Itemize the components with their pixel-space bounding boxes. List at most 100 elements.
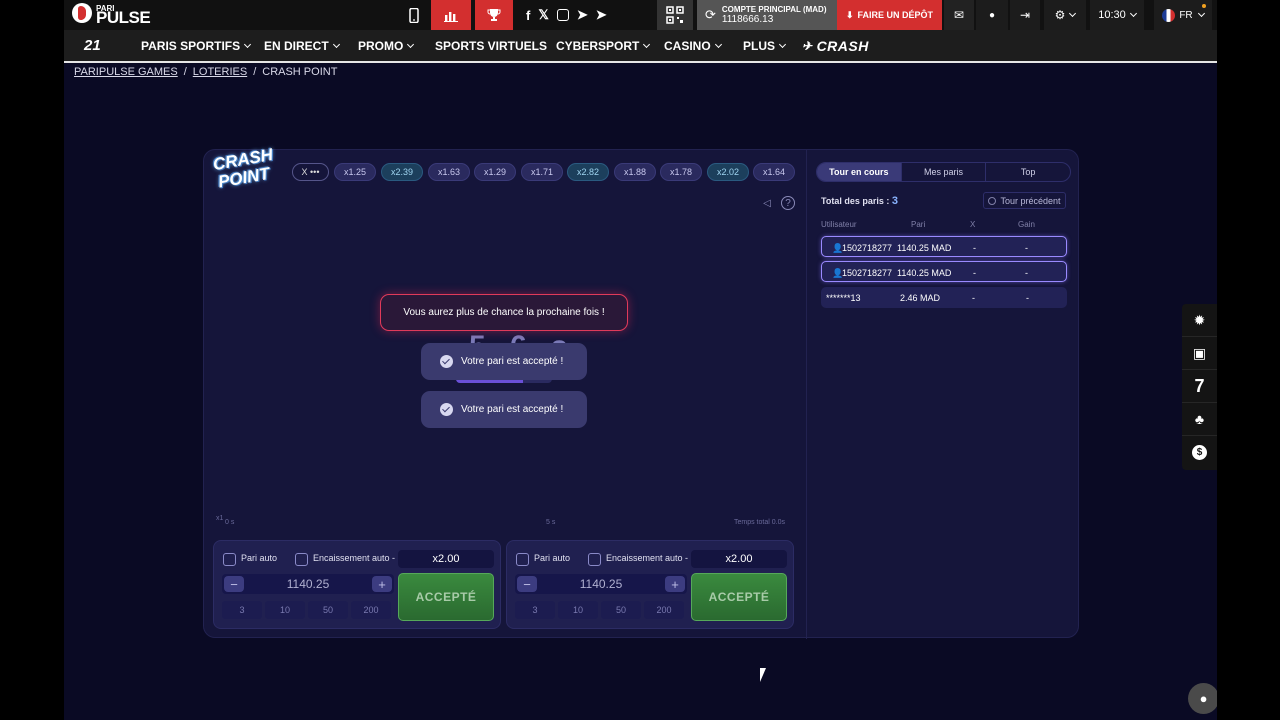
clock[interactable]: 10:30	[1090, 0, 1144, 30]
instagram-icon[interactable]	[556, 9, 569, 21]
auto-cashout-label: Encaissement auto -	[606, 553, 689, 563]
tab-current-round[interactable]: Tour en cours	[817, 163, 901, 181]
auto-bet-checkbox[interactable]	[223, 553, 236, 566]
plus-icon[interactable]: +	[665, 576, 685, 592]
logout-icon: ⇥	[1019, 8, 1031, 22]
nav-casino[interactable]: CASINO	[664, 30, 722, 61]
sound-icon[interactable]: ◁	[760, 196, 774, 210]
gift-icon[interactable]: ▣	[1182, 337, 1217, 370]
dollar-icon[interactable]: $	[1182, 436, 1217, 469]
account-label: COMPTE PRINCIPAL (MAD)	[721, 5, 827, 14]
mobile-icon[interactable]	[397, 0, 431, 30]
facebook-icon[interactable]: f	[526, 8, 530, 23]
crash-point-game: CRASH POINT X ••• x1.25 x2.39 x1.63 x1.2…	[203, 145, 1079, 639]
plus-icon[interactable]: +	[372, 576, 392, 592]
seven-icon[interactable]: 7	[1182, 370, 1217, 403]
tab-top[interactable]: Top	[986, 163, 1070, 181]
header-gain: Gain	[1018, 220, 1035, 229]
stats-button[interactable]	[431, 0, 471, 30]
x-twitter-icon[interactable]: 𝕏	[538, 7, 548, 23]
bets-tabs: Tour en cours Mes paris Top	[816, 162, 1071, 182]
support-chat-button[interactable]: ●	[1188, 683, 1217, 714]
auto-cashout-label: Encaissement auto -	[313, 553, 396, 563]
account-balance[interactable]: ⟳ COMPTE PRINCIPAL (MAD) 1118666.13	[697, 0, 837, 30]
telegram-icon[interactable]: ➤	[577, 7, 588, 23]
paripulse-logo[interactable]: PARI PULSE	[72, 3, 151, 26]
history-item: x2.39	[381, 163, 423, 181]
auto-cashout-checkbox[interactable]	[588, 553, 601, 566]
table-row: *******13 2.46 MAD - -	[821, 287, 1067, 308]
chevron-down-icon	[1129, 9, 1137, 18]
qr-code-button[interactable]	[657, 0, 693, 30]
header-x: X	[970, 220, 976, 229]
auto-bet-checkbox[interactable]	[516, 553, 529, 566]
quick-stake-button[interactable]: 50	[308, 601, 348, 619]
axis-start-time: 0 s	[225, 519, 235, 526]
accept-button[interactable]: ACCEPTÉ	[691, 573, 787, 621]
table-row: 👤 1502718277 1140.25 MAD - -	[821, 261, 1067, 282]
settings-button[interactable]: ⚙	[1044, 0, 1086, 30]
axis-multiplier-label: x1	[216, 515, 224, 522]
logo-21[interactable]: 21	[84, 30, 101, 61]
profile-button[interactable]: ●	[976, 0, 1008, 30]
quick-stake-button[interactable]: 200	[351, 601, 391, 619]
deposit-label: FAIRE UN DÉPÔT	[857, 10, 934, 20]
nav-crash[interactable]: ✈ CRASH	[802, 30, 869, 61]
user-headset-icon: ●	[1199, 691, 1208, 706]
logout-button[interactable]: ⇥	[1010, 0, 1040, 30]
history-item: x1.88	[614, 163, 656, 181]
download-icon: ⬇	[845, 9, 854, 20]
auto-cashout-checkbox[interactable]	[295, 553, 308, 566]
stake-input[interactable]: − 1140.25 +	[222, 574, 394, 594]
quick-stake-button[interactable]: 10	[558, 601, 598, 619]
time-value: 10:30	[1098, 9, 1126, 21]
history-item: x1.25	[334, 163, 376, 181]
top-bar: PARI PULSE f 𝕏 ➤ ➤ ⟳ COMPTE PRINCIPAL (M…	[64, 0, 1217, 30]
quick-stake-button[interactable]: 3	[515, 601, 555, 619]
minus-icon[interactable]: −	[224, 576, 244, 592]
quick-stake-button[interactable]: 10	[265, 601, 305, 619]
bet-panel-1: Pari auto Encaissement auto - x2.00 − 11…	[213, 540, 501, 629]
trophy-button[interactable]	[475, 0, 513, 30]
auto-cashout-multiplier[interactable]: x2.00	[691, 550, 787, 568]
nav-paris-sportifs[interactable]: PARIS SPORTIFS	[141, 30, 252, 61]
deposit-button[interactable]: ⬇ FAIRE UN DÉPÔT	[837, 0, 942, 30]
nav-plus[interactable]: PLUS	[743, 30, 787, 61]
bug-icon[interactable]: ✹	[1182, 304, 1217, 337]
minus-icon[interactable]: −	[517, 576, 537, 592]
quick-stake-button[interactable]: 50	[601, 601, 641, 619]
history-icon	[988, 196, 997, 205]
breadcrumb-loteries[interactable]: LOTERIES	[193, 66, 247, 78]
tree-icon[interactable]: ♣	[1182, 403, 1217, 436]
nav-cybersport[interactable]: CYBERSPORT	[556, 30, 651, 61]
refresh-icon[interactable]: ⟳	[705, 7, 716, 23]
language-selector[interactable]: FR	[1154, 0, 1212, 30]
chevron-down-icon	[1197, 9, 1205, 18]
history-item: x1.64	[753, 163, 795, 181]
breadcrumb-paripulse-games[interactable]: PARIPULSE GAMES	[74, 66, 178, 78]
quick-stake-button[interactable]: 200	[644, 601, 684, 619]
quick-stake-button[interactable]: 3	[222, 601, 262, 619]
tab-my-bets[interactable]: Mes paris	[900, 163, 987, 181]
nav-promo[interactable]: PROMO	[358, 30, 415, 61]
history-item: x1.29	[474, 163, 516, 181]
user-icon: ●	[988, 9, 996, 21]
stake-input[interactable]: − 1140.25 +	[515, 574, 687, 594]
auto-cashout-multiplier[interactable]: x2.00	[398, 550, 494, 568]
accept-button[interactable]: ACCEPTÉ	[398, 573, 494, 621]
history-expand[interactable]: X •••	[292, 163, 329, 181]
crash-point-logo: CRASH POINT	[211, 145, 275, 192]
telegram-icon-2[interactable]: ➤	[596, 7, 607, 23]
auto-bet-label: Pari auto	[534, 553, 571, 563]
messages-button[interactable]: ✉	[944, 0, 974, 30]
app-window: PARI PULSE f 𝕏 ➤ ➤ ⟳ COMPTE PRINCIPAL (M…	[64, 0, 1217, 720]
previous-round-button[interactable]: Tour précédent	[983, 192, 1066, 209]
help-icon[interactable]: ?	[781, 196, 795, 210]
axis-mid-time: 5 s	[546, 519, 556, 526]
chevron-down-icon	[714, 40, 722, 48]
social-links: f 𝕏 ➤ ➤	[526, 0, 607, 30]
nav-en-direct[interactable]: EN DIRECT	[264, 30, 340, 61]
plane-icon: ✈	[802, 38, 813, 53]
nav-sports-virtuels[interactable]: SPORTS VIRTUELS	[435, 30, 547, 61]
chevron-down-icon	[332, 40, 340, 48]
